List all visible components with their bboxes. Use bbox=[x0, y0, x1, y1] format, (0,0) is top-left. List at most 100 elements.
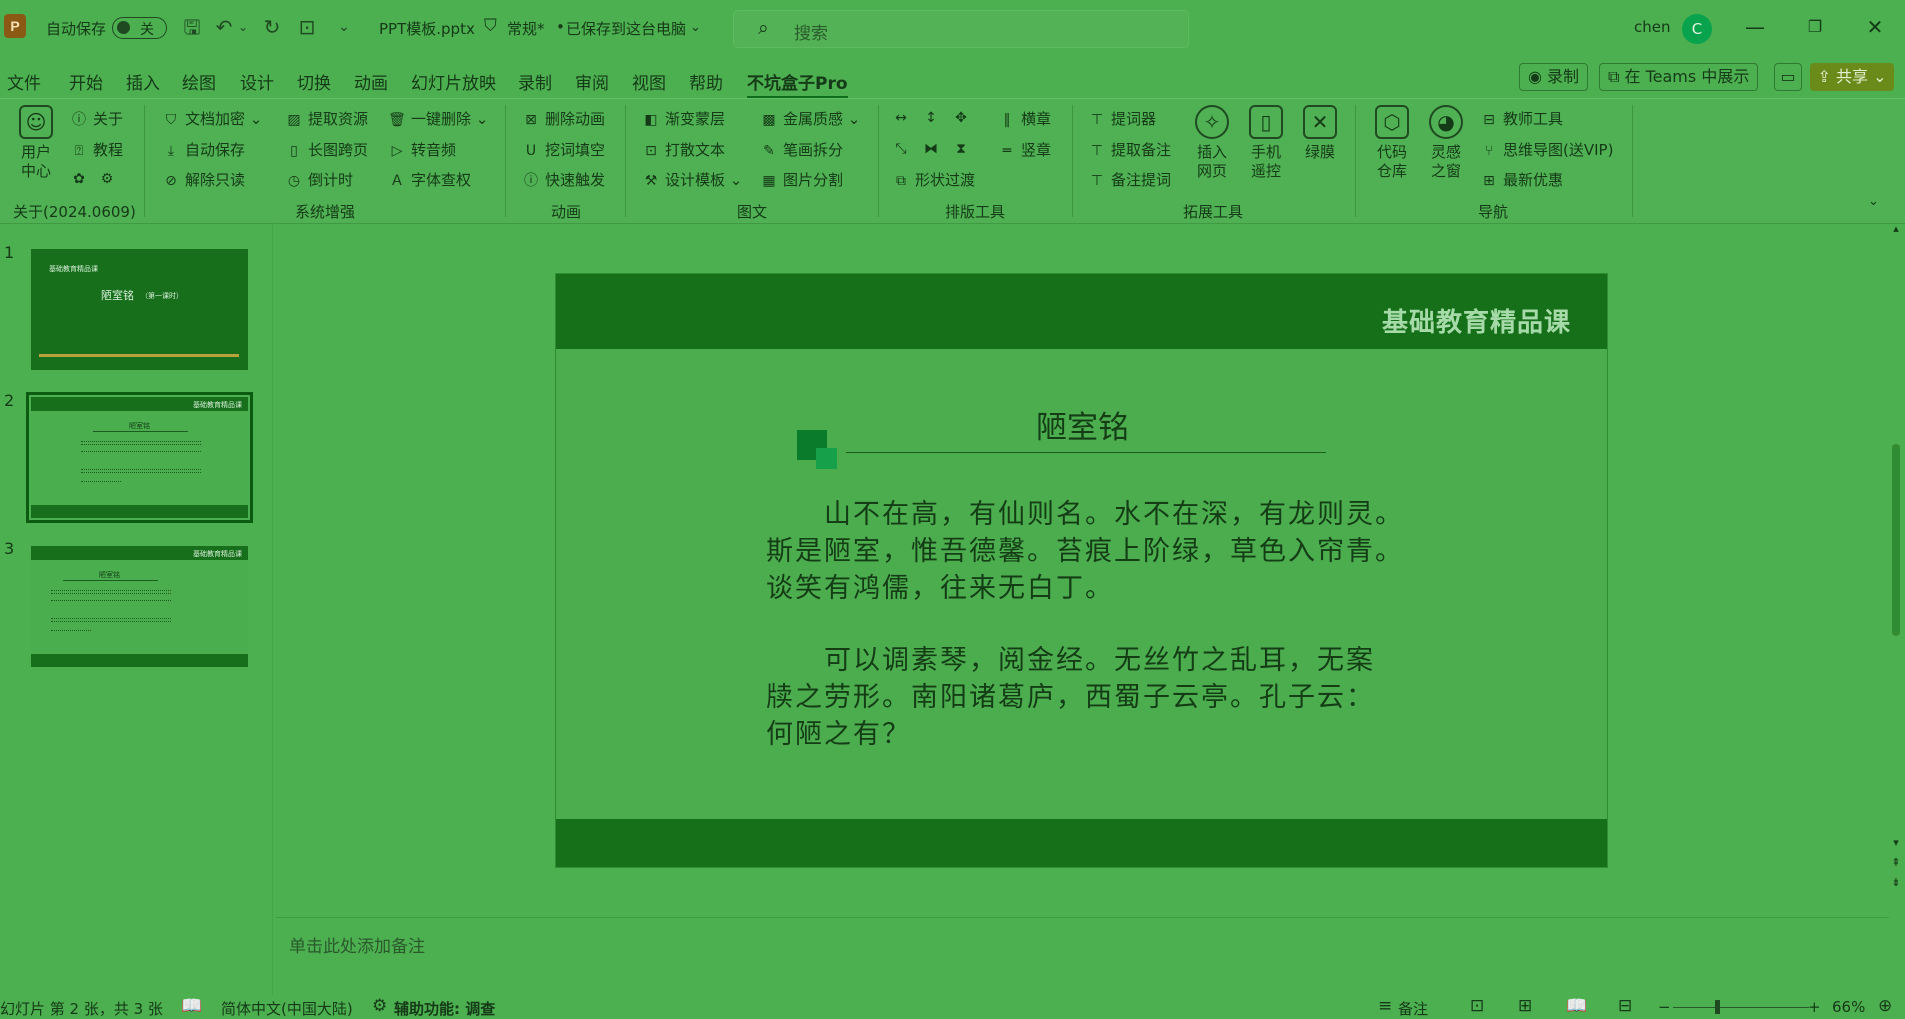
teams-present-button[interactable]: ⧉ 在 Teams 中展示 bbox=[1599, 63, 1759, 91]
title-decoration-square[interactable] bbox=[816, 448, 837, 469]
extract-notes-button[interactable]: ⊤ 提取备注 bbox=[1088, 139, 1171, 160]
stroke-split-button[interactable]: ✎ 笔画拆分 bbox=[760, 139, 843, 160]
gift-icon[interactable]: ✿ bbox=[70, 169, 93, 187]
image-split-button[interactable]: ▦ 图片分割 bbox=[760, 169, 843, 190]
to-audio-button[interactable]: ▷ 转音频 bbox=[388, 139, 456, 160]
slide-thumbnail-3[interactable]: 基础教育精品课 陋室铭 bbox=[31, 546, 248, 667]
vertical-scrollbar[interactable]: ▴ ▾ ⇞ ⇟ bbox=[1889, 222, 1903, 902]
metal-texture-button[interactable]: ▩ 金属质感 ⌄ bbox=[760, 108, 860, 129]
tab-draw[interactable]: 绘图 bbox=[182, 69, 216, 94]
flip-vertical-icon[interactable]: ⧗ bbox=[952, 139, 975, 157]
sensitivity-label[interactable]: 常规* bbox=[507, 18, 545, 39]
align-vertical-icon[interactable]: ↕ bbox=[922, 108, 945, 126]
present-icon[interactable]: ⊡ bbox=[295, 15, 319, 39]
slide-canvas[interactable]: 基础教育精品课 陋室铭 山不在高，有仙则名。水不在深，有龙则灵。 斯是陋室，惟吾… bbox=[555, 273, 1608, 868]
long-image-button[interactable]: ▯ 长图跨页 bbox=[285, 139, 368, 160]
avatar[interactable]: C bbox=[1682, 14, 1712, 44]
design-template-button[interactable]: ⚒ 设计模板 ⌄ bbox=[642, 169, 743, 190]
spellcheck-icon[interactable]: 📖 bbox=[181, 996, 202, 1016]
scroll-down-icon[interactable]: ▾ bbox=[1889, 836, 1903, 849]
tab-review[interactable]: 审阅 bbox=[575, 69, 609, 94]
doc-encrypt-button[interactable]: ⛉ 文档加密 ⌄ bbox=[162, 108, 263, 129]
break-text-button[interactable]: ⊡ 打散文本 bbox=[642, 139, 725, 160]
fill-blank-button[interactable]: U 挖词填空 bbox=[522, 139, 605, 160]
tab-record[interactable]: 录制 bbox=[518, 69, 552, 94]
tab-animations[interactable]: 动画 bbox=[354, 69, 388, 94]
vertical-seal-button[interactable]: ═ 竖章 bbox=[998, 139, 1051, 160]
title-underline[interactable] bbox=[846, 452, 1326, 453]
settings-icon[interactable]: ⚙ bbox=[98, 169, 121, 187]
undo-dropdown-icon[interactable]: ⌄ bbox=[236, 15, 250, 39]
teacher-tools-button[interactable]: ⊟ 教师工具 bbox=[1480, 108, 1563, 129]
teleprompter-button[interactable]: ⊤ 提词器 bbox=[1088, 108, 1156, 129]
notes-toggle[interactable]: 备注 bbox=[1398, 998, 1428, 1019]
comments-icon[interactable]: ▭ bbox=[1774, 63, 1802, 91]
close-icon[interactable]: ✕ bbox=[1860, 12, 1890, 42]
quick-trigger-button[interactable]: ⓘ 快速触发 bbox=[522, 169, 605, 190]
slideshow-icon[interactable]: ⊟ bbox=[1618, 996, 1632, 1016]
zoom-out-icon[interactable]: − bbox=[1658, 998, 1671, 1016]
slide-sorter-icon[interactable]: ⊞ bbox=[1518, 996, 1532, 1016]
green-screen-button[interactable]: ✕ 绿膜 bbox=[1300, 105, 1340, 162]
tab-insert[interactable]: 插入 bbox=[126, 69, 160, 94]
zoom-level[interactable]: 66% bbox=[1832, 998, 1865, 1016]
restore-icon[interactable]: ❐ bbox=[1800, 12, 1830, 42]
language-indicator[interactable]: 简体中文(中国大陆) bbox=[221, 998, 353, 1019]
delete-animation-button[interactable]: ⊠ 删除动画 bbox=[522, 108, 605, 129]
slide-thumbnail-1[interactable]: 基础教育精品课 陋室铭 （第一课时） bbox=[31, 249, 248, 370]
tab-home[interactable]: 开始 bbox=[69, 69, 103, 94]
notes-prompt-button[interactable]: ⊤ 备注提词 bbox=[1088, 169, 1171, 190]
autosave-toggle[interactable]: 关 bbox=[112, 17, 167, 39]
tab-file[interactable]: 文件 bbox=[7, 69, 41, 94]
share-button[interactable]: ⇪ 共享 ⌄ bbox=[1810, 63, 1894, 91]
remove-readonly-button[interactable]: ⊘ 解除只读 bbox=[162, 169, 245, 190]
reading-view-icon[interactable]: 📖 bbox=[1566, 996, 1587, 1016]
tab-slideshow[interactable]: 幻灯片放映 bbox=[411, 69, 496, 94]
code-repo-button[interactable]: ⬡ 代码仓库 bbox=[1372, 105, 1412, 181]
flip-horizontal-icon[interactable]: ⧓ bbox=[922, 139, 945, 157]
normal-view-icon[interactable]: ⊡ bbox=[1470, 996, 1484, 1016]
slide-brand-text[interactable]: 基础教育精品课 bbox=[1382, 302, 1571, 339]
tab-transitions[interactable]: 切换 bbox=[297, 69, 331, 94]
zoom-slider-knob[interactable] bbox=[1715, 1000, 1720, 1014]
insert-webpage-button[interactable]: ✧ 插入网页 bbox=[1192, 105, 1232, 181]
user-name[interactable]: chen bbox=[1634, 18, 1671, 36]
fit-to-window-icon[interactable]: ⊕ bbox=[1878, 996, 1892, 1016]
save-status[interactable]: 已保存到这台电脑 bbox=[566, 18, 686, 39]
redo-icon[interactable]: ↻ bbox=[260, 15, 284, 39]
tab-view[interactable]: 视图 bbox=[632, 69, 666, 94]
move-icon[interactable]: ✥ bbox=[952, 108, 975, 126]
save-icon[interactable]: 🖫 bbox=[180, 15, 204, 39]
tab-design[interactable]: 设计 bbox=[240, 69, 274, 94]
one-click-delete-button[interactable]: 🗑 一键删除 ⌄ bbox=[388, 108, 488, 129]
mindmap-button[interactable]: ⑂ 思维导图(送VIP) bbox=[1480, 139, 1614, 160]
gradient-mask-button[interactable]: ◧ 渐变蒙层 bbox=[642, 108, 725, 129]
slide-title[interactable]: 陋室铭 bbox=[1036, 402, 1129, 447]
slide-thumbnail-2[interactable]: 基础教育精品课 陋室铭 bbox=[26, 392, 253, 523]
minimize-icon[interactable]: — bbox=[1740, 12, 1770, 42]
previous-slide-icon[interactable]: ⇞ bbox=[1889, 856, 1903, 869]
align-horizontal-icon[interactable]: ↔ bbox=[892, 108, 915, 126]
latest-offers-button[interactable]: ⊞ 最新优惠 bbox=[1480, 169, 1563, 190]
notes-pane[interactable]: 单击此处添加备注 bbox=[276, 917, 1889, 978]
phone-remote-button[interactable]: ▯ 手机遥控 bbox=[1246, 105, 1286, 181]
record-button[interactable]: ◉ 录制 bbox=[1519, 63, 1589, 91]
user-center-button[interactable]: ☺ 用户中心 bbox=[16, 105, 56, 181]
customize-toolbar-icon[interactable]: ⌄ bbox=[332, 15, 356, 39]
scrollbar-thumb[interactable] bbox=[1892, 444, 1900, 636]
horizontal-seal-button[interactable]: ‖ 横章 bbox=[998, 108, 1052, 129]
font-check-button[interactable]: Ａ 字体查权 bbox=[388, 169, 471, 190]
zoom-in-icon[interactable]: + bbox=[1808, 998, 1821, 1016]
tab-bukenghezi-pro[interactable]: 不坑盒子Pro bbox=[747, 69, 848, 99]
about-button[interactable]: ⓘ 关于 bbox=[70, 108, 123, 129]
zoom-slider[interactable] bbox=[1673, 1007, 1809, 1008]
shrink-icon[interactable]: ⤡ bbox=[892, 139, 915, 157]
slide-paragraph-1[interactable]: 山不在高，有仙则名。水不在深，有龙则灵。 斯是陋室，惟吾德馨。苔痕上阶绿，草色入… bbox=[766, 496, 1456, 607]
inspiration-button[interactable]: ◕ 灵感之窗 bbox=[1426, 105, 1466, 181]
next-slide-icon[interactable]: ⇟ bbox=[1889, 876, 1903, 889]
search-box[interactable]: ⌕ 搜索 bbox=[733, 10, 1189, 48]
tab-help[interactable]: 帮助 bbox=[689, 69, 723, 94]
shape-transition-button[interactable]: ⧉ 形状过渡 bbox=[892, 169, 975, 190]
countdown-button[interactable]: ◷ 倒计时 bbox=[285, 169, 353, 190]
extract-resources-button[interactable]: ▨ 提取资源 bbox=[285, 108, 368, 129]
